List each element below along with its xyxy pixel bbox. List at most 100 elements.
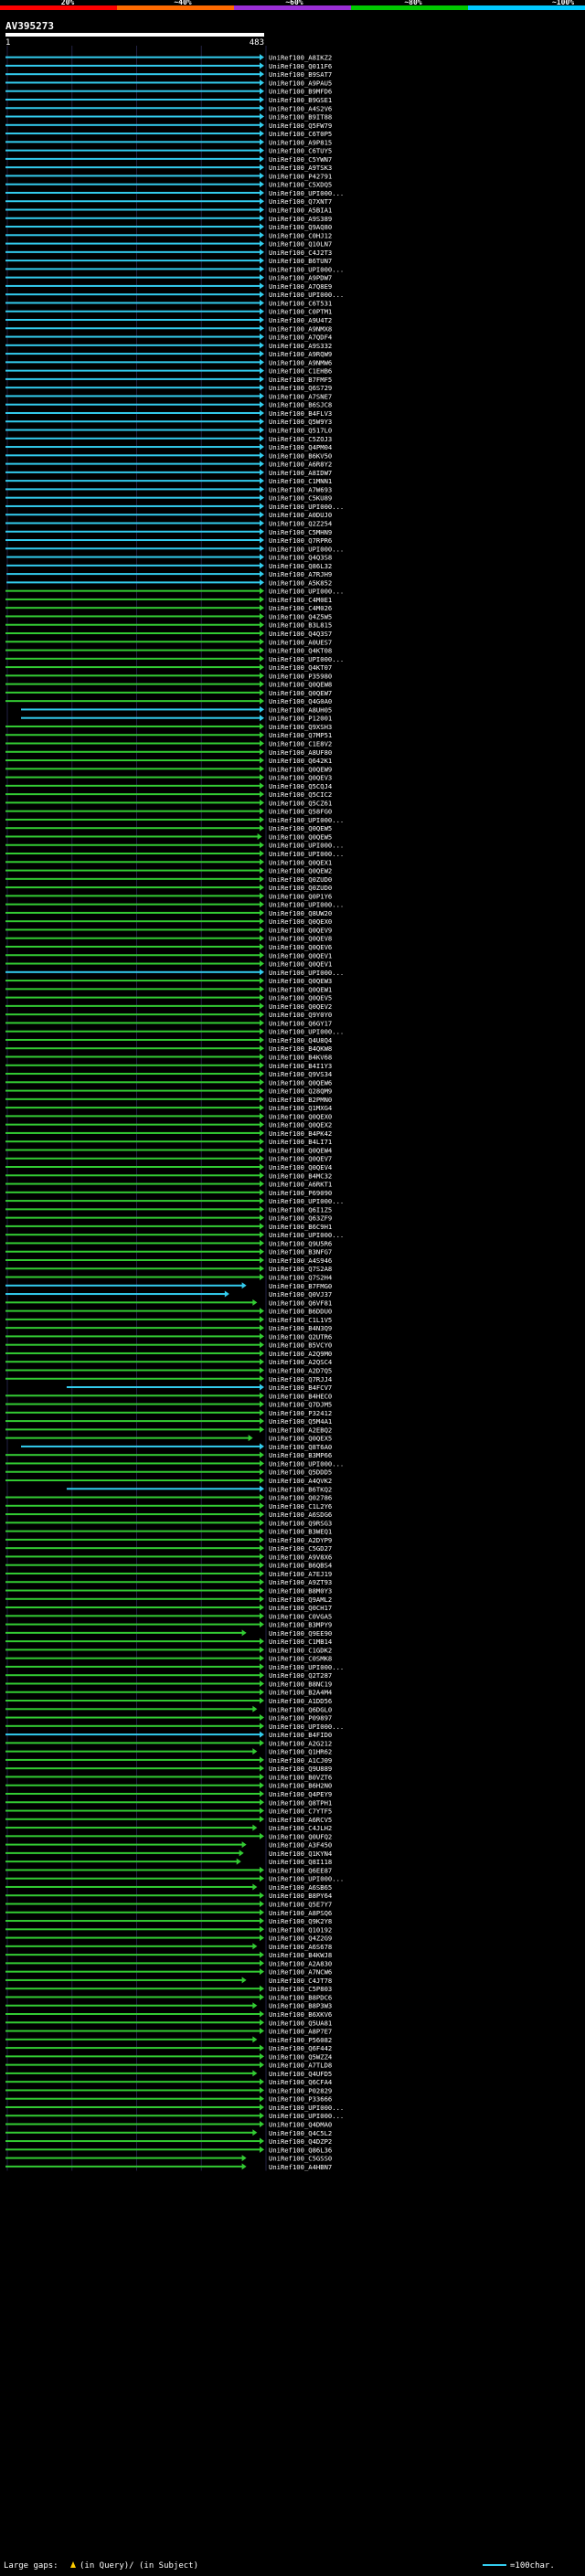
- hit-label[interactable]: UniRef100_Q58FG0: [269, 808, 332, 816]
- hit-label[interactable]: UniRef100_Q0QEV6: [269, 943, 332, 951]
- hit-label[interactable]: UniRef100_Q28QM9: [269, 1087, 332, 1096]
- hit-label[interactable]: UniRef100_Q2T287: [269, 1671, 332, 1680]
- hit-label[interactable]: UniRef100_UPI000...: [269, 2104, 344, 2112]
- hit-label[interactable]: UniRef100_C5GD27: [269, 1544, 332, 1553]
- hit-label[interactable]: UniRef100_P33666: [269, 2095, 332, 2104]
- hit-label[interactable]: UniRef100_B6TUN7: [269, 257, 332, 265]
- hit-label[interactable]: UniRef100_Q63ZF9: [269, 1214, 332, 1223]
- hit-label[interactable]: UniRef100_B6XKV6: [269, 2010, 332, 2019]
- hit-label[interactable]: UniRef100_Q0QEW4: [269, 1146, 332, 1154]
- hit-label[interactable]: UniRef100_Q9XSH3: [269, 723, 332, 731]
- hit-label[interactable]: UniRef100_Q4PEY9: [269, 1790, 332, 1798]
- hit-label[interactable]: UniRef100_A9U4T2: [269, 316, 332, 324]
- hit-label[interactable]: UniRef100_UPI000...: [269, 265, 344, 273]
- hit-label[interactable]: UniRef100_Q0QEV1: [269, 960, 332, 969]
- hit-label[interactable]: UniRef100_Q7DJM5: [269, 1401, 332, 1409]
- hit-label[interactable]: UniRef100_Q86L36: [269, 2146, 332, 2154]
- hit-label[interactable]: UniRef100_B4QKW8: [269, 1044, 332, 1053]
- hit-label[interactable]: UniRef100_Q0QEW7: [269, 689, 332, 697]
- hit-label[interactable]: UniRef100_Q0QEW1: [269, 985, 332, 993]
- hit-label[interactable]: UniRef100_Q1MXG4: [269, 1104, 332, 1112]
- hit-label[interactable]: UniRef100_Q011F6: [269, 62, 332, 70]
- hit-label[interactable]: UniRef100_B6DDU0: [269, 1308, 332, 1316]
- hit-label[interactable]: UniRef100_Q5CQJ4: [269, 782, 332, 790]
- hit-label[interactable]: UniRef100_Q4KT08: [269, 647, 332, 655]
- hit-label[interactable]: UniRef100_P69090: [269, 1189, 332, 1197]
- hit-label[interactable]: UniRef100_B8PDC6: [269, 1993, 332, 2001]
- hit-label[interactable]: UniRef100_B8M0Y3: [269, 1587, 332, 1595]
- hit-label[interactable]: UniRef100_UPI000...: [269, 850, 344, 858]
- hit-label[interactable]: UniRef100_UPI000...: [269, 503, 344, 511]
- hit-label[interactable]: UniRef100_C6T0P5: [269, 130, 332, 138]
- hit-label[interactable]: UniRef100_Q5CZ61: [269, 799, 332, 807]
- hit-label[interactable]: UniRef100_UPI000...: [269, 1875, 344, 1883]
- hit-label[interactable]: UniRef100_Q8T6A0: [269, 1443, 332, 1451]
- hit-label[interactable]: UniRef100_B4I1Y3: [269, 1062, 332, 1070]
- hit-label[interactable]: UniRef100_A1DD56: [269, 1697, 332, 1705]
- hit-label[interactable]: UniRef100_A4S946: [269, 1256, 332, 1265]
- hit-label[interactable]: UniRef100_B8PY64: [269, 1892, 332, 1900]
- hit-label[interactable]: UniRef100_A7RJH9: [269, 570, 332, 578]
- hit-label[interactable]: UniRef100_C4M026: [269, 604, 332, 612]
- hit-label[interactable]: UniRef100_Q9VS34: [269, 1070, 332, 1078]
- hit-label[interactable]: UniRef100_Q0QEV8: [269, 935, 332, 943]
- hit-label[interactable]: UniRef100_P42791: [269, 172, 332, 180]
- hit-label[interactable]: UniRef100_Q0QEW5: [269, 824, 332, 832]
- hit-label[interactable]: UniRef100_C1MB14: [269, 1638, 332, 1646]
- hit-label[interactable]: UniRef100_Q0ZUD0: [269, 875, 332, 884]
- hit-label[interactable]: UniRef100_Q642K1: [269, 757, 332, 765]
- hit-label[interactable]: UniRef100_P32412: [269, 1409, 332, 1417]
- hit-label[interactable]: UniRef100_B3NFG7: [269, 1248, 332, 1256]
- hit-label[interactable]: UniRef100_B8NC19: [269, 1680, 332, 1688]
- hit-label[interactable]: UniRef100_C4M0E1: [269, 596, 332, 604]
- hit-label[interactable]: UniRef100_A7TLD8: [269, 2062, 332, 2070]
- hit-label[interactable]: UniRef100_A0DUJ0: [269, 511, 332, 519]
- hit-label[interactable]: UniRef100_A7W693: [269, 485, 332, 493]
- hit-label[interactable]: UniRef100_Q5UA81: [269, 2019, 332, 2027]
- hit-label[interactable]: UniRef100_Q9AQ80: [269, 223, 332, 231]
- hit-label[interactable]: UniRef100_A2Q9M0: [269, 1350, 332, 1358]
- hit-label[interactable]: UniRef100_B3WEQ1: [269, 1528, 332, 1536]
- hit-label[interactable]: UniRef100_Q0QEX0: [269, 917, 332, 926]
- hit-label[interactable]: UniRef100_C0HJ12: [269, 231, 332, 239]
- hit-label[interactable]: UniRef100_Q4Q3S7: [269, 630, 332, 638]
- hit-label[interactable]: UniRef100_Q1KYN4: [269, 1850, 332, 1858]
- hit-label[interactable]: UniRef100_UPI000...: [269, 189, 344, 197]
- hit-label[interactable]: UniRef100_Q9U889: [269, 1765, 332, 1773]
- hit-label[interactable]: UniRef100_B4HEC0: [269, 1392, 332, 1400]
- hit-label[interactable]: UniRef100_Q0QEX5: [269, 1435, 332, 1443]
- hit-label[interactable]: UniRef100_C1EHB6: [269, 367, 332, 376]
- hit-label[interactable]: UniRef100_A7NCW6: [269, 1968, 332, 1977]
- hit-label[interactable]: UniRef100_Q6DGL0: [269, 1705, 332, 1713]
- hit-label[interactable]: UniRef100_C0VGA5: [269, 1612, 332, 1620]
- hit-label[interactable]: UniRef100_A4HBN7: [269, 2163, 332, 2171]
- hit-label[interactable]: UniRef100_UPI000...: [269, 1231, 344, 1239]
- hit-label[interactable]: UniRef100_A9RQW9: [269, 350, 332, 358]
- hit-label[interactable]: UniRef100_UPI000...: [269, 842, 344, 850]
- hit-label[interactable]: UniRef100_B7FMF5: [269, 376, 332, 384]
- hit-label[interactable]: UniRef100_P35980: [269, 672, 332, 680]
- hit-label[interactable]: UniRef100_Q0P1Y6: [269, 892, 332, 900]
- hit-label[interactable]: UniRef100_Q0VJ37: [269, 1290, 332, 1299]
- hit-label[interactable]: UniRef100_Q6F442: [269, 2044, 332, 2052]
- hit-label[interactable]: UniRef100_C6TUY5: [269, 147, 332, 155]
- hit-label[interactable]: UniRef100_A1CJ09: [269, 1756, 332, 1765]
- hit-label[interactable]: UniRef100_B6H2N0: [269, 1782, 332, 1790]
- hit-label[interactable]: UniRef100_A9S389: [269, 215, 332, 223]
- hit-label[interactable]: UniRef100_Q9AML2: [269, 1595, 332, 1604]
- hit-label[interactable]: UniRef100_A9PAU5: [269, 79, 332, 87]
- hit-label[interactable]: UniRef100_C0PTM1: [269, 308, 332, 316]
- hit-label[interactable]: UniRef100_Q7MP51: [269, 731, 332, 739]
- hit-label[interactable]: UniRef100_Q0QEW9: [269, 765, 332, 773]
- hit-label[interactable]: UniRef100_Q6EE87: [269, 1866, 332, 1874]
- hit-label[interactable]: UniRef100_A8IDW7: [269, 469, 332, 477]
- hit-label[interactable]: UniRef100_A9NMW6: [269, 358, 332, 366]
- hit-label[interactable]: UniRef100_B6C9H1: [269, 1223, 332, 1231]
- hit-label[interactable]: UniRef100_C4JT78: [269, 1977, 332, 1985]
- hit-label[interactable]: UniRef100_A2QSC4: [269, 1358, 332, 1366]
- hit-label[interactable]: UniRef100_Q10LN7: [269, 240, 332, 249]
- hit-label[interactable]: UniRef100_Q0QEW6: [269, 1078, 332, 1087]
- hit-label[interactable]: UniRef100_A8PSQ6: [269, 1909, 332, 1917]
- hit-label[interactable]: UniRef100_A8IKZ2: [269, 54, 332, 62]
- hit-label[interactable]: UniRef100_Q6GY17: [269, 1019, 332, 1027]
